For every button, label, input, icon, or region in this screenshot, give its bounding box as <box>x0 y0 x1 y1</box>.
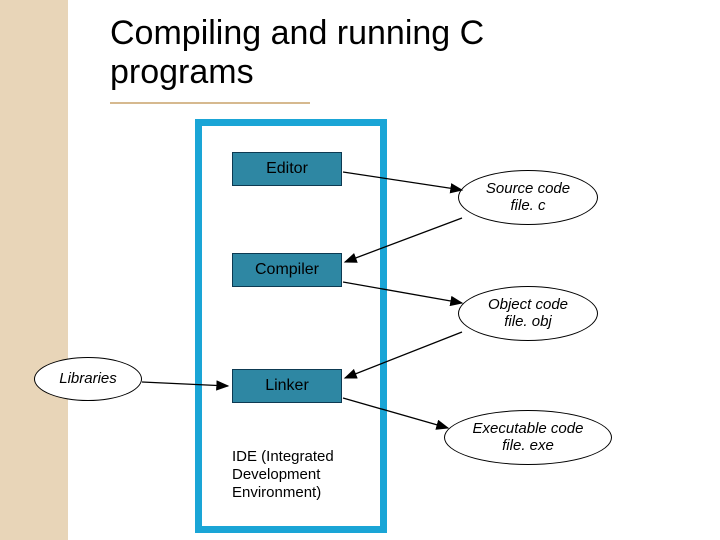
executable-label-2: file. exe <box>502 438 554 455</box>
object-label-2: file. obj <box>504 314 552 331</box>
compiler-node: Compiler <box>232 253 342 287</box>
editor-node: Editor <box>232 152 342 186</box>
source-label-2: file. c <box>510 198 545 215</box>
linker-node: Linker <box>232 369 342 403</box>
executable-artifact: Executable code file. exe <box>444 410 612 465</box>
ide-caption: IDE (Integrated Development Environment) <box>232 448 382 502</box>
libraries-label: Libraries <box>59 371 117 388</box>
accent-bar <box>0 0 68 540</box>
title-underline <box>110 102 310 104</box>
libraries-artifact: Libraries <box>34 357 142 401</box>
page-title: Compiling and running C programs <box>110 14 630 92</box>
source-label-1: Source code <box>486 181 570 198</box>
source-code-artifact: Source code file. c <box>458 170 598 225</box>
object-code-artifact: Object code file. obj <box>458 286 598 341</box>
object-label-1: Object code <box>488 297 568 314</box>
executable-label-1: Executable code <box>473 421 584 438</box>
